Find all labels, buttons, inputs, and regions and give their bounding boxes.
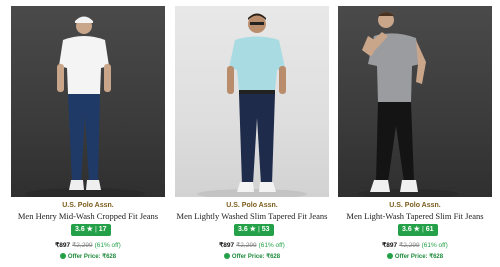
rating-value: 3.6 ★ <box>238 226 256 233</box>
discount-label: (61% off) <box>94 242 121 249</box>
offer-price: Offer Price: ₹628 <box>67 254 117 260</box>
price-row: ₹897 ₹2,299 (61% off) <box>338 241 492 249</box>
tag-icon <box>59 253 66 259</box>
offer-price: Offer Price: ₹628 <box>231 254 281 260</box>
rating-badge[interactable]: 3.6 ★ | 17 <box>71 224 111 236</box>
discount-label: (61% off) <box>258 242 285 249</box>
price-row: ₹897 ₹2,299 (61% off) <box>11 241 165 249</box>
rating-badge[interactable]: 3.6 ★ | 53 <box>234 224 274 236</box>
product-image[interactable] <box>175 6 329 197</box>
offer-row: Offer Price: ₹628 <box>175 253 329 260</box>
review-count: 17 <box>98 226 107 233</box>
sale-price: ₹897 <box>382 242 398 249</box>
rating-value: 3.6 ★ <box>402 226 420 233</box>
review-count: 61 <box>425 226 434 233</box>
discount-label: (61% off) <box>421 242 448 249</box>
rating-value: 3.6 ★ <box>75 226 93 233</box>
product-title[interactable]: Men Lightly Washed Slim Tapered Fit Jean… <box>169 211 335 221</box>
product-brand: U.S. Polo Assn. <box>389 202 441 209</box>
offer-price: Offer Price: ₹628 <box>394 254 444 260</box>
product-brand: U.S. Polo Assn. <box>62 202 114 209</box>
review-count: 53 <box>261 226 270 233</box>
product-image[interactable] <box>338 6 492 197</box>
offer-row: Offer Price: ₹628 <box>11 253 165 260</box>
mrp-price: ₹2,299 <box>399 242 420 249</box>
product-image[interactable] <box>11 6 165 197</box>
product-card[interactable]: U.S. Polo Assn. Men Henry Mid-Wash Cropp… <box>11 0 165 267</box>
sale-price: ₹897 <box>55 242 71 249</box>
product-card[interactable]: U.S. Polo Assn. Men Light-Wash Tapered S… <box>338 0 492 267</box>
product-title[interactable]: Men Henry Mid-Wash Cropped Fit Jeans <box>5 211 171 221</box>
sale-price: ₹897 <box>219 242 235 249</box>
product-card[interactable]: U.S. Polo Assn. Men Lightly Washed Slim … <box>175 0 329 267</box>
tag-icon <box>386 253 393 259</box>
mrp-price: ₹2,299 <box>236 242 257 249</box>
product-title[interactable]: Men Light-Wash Tapered Slim Fit Jeans <box>332 211 498 221</box>
rating-badge[interactable]: 3.6 ★ | 61 <box>398 224 438 236</box>
product-brand: U.S. Polo Assn. <box>226 202 278 209</box>
offer-row: Offer Price: ₹628 <box>338 253 492 260</box>
price-row: ₹897 ₹2,299 (61% off) <box>175 241 329 249</box>
tag-icon <box>223 253 230 259</box>
mrp-price: ₹2,299 <box>72 242 93 249</box>
